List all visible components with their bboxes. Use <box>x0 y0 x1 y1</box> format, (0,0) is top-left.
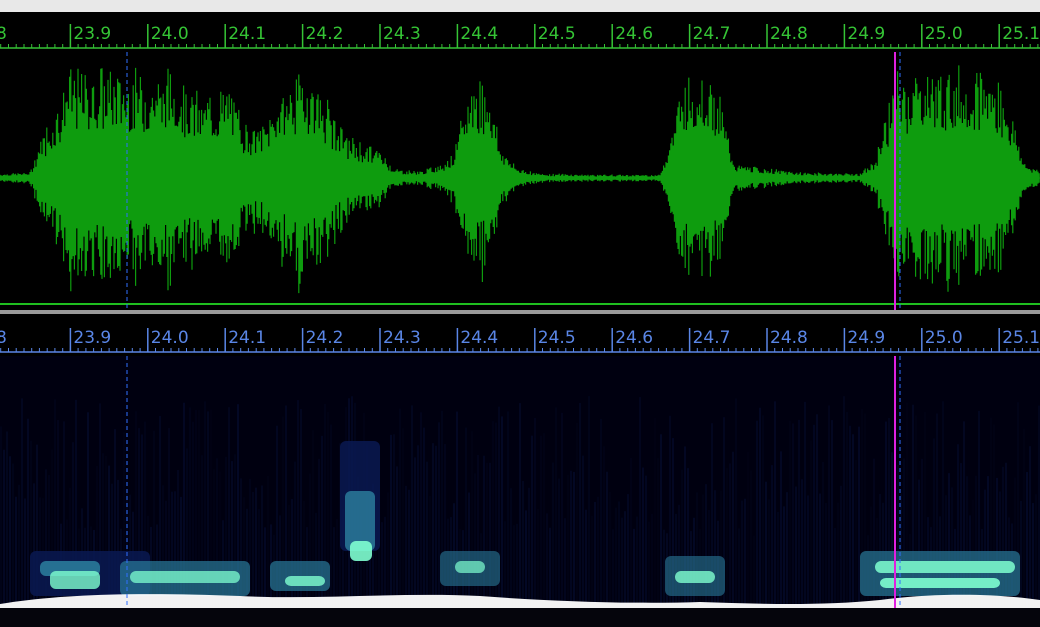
ruler-tick-label: 24.7 <box>693 328 731 348</box>
ruler-tick-label: 25.1 <box>1002 328 1040 348</box>
waveform-time-ruler[interactable]: 8 23.9 24.0 24.1 24.2 24.3 24.4 24.5 24.6 24.7 24.… <box>0 12 1040 52</box>
ruler-tick-label: 24.9 <box>847 328 885 348</box>
ruler-tick-label: 24.6 <box>615 328 653 348</box>
ruler-tick-label: 25.0 <box>925 24 963 44</box>
ruler-tick-label: 24.0 <box>151 24 189 44</box>
ruler-tick-label: 24.1 <box>228 328 266 348</box>
ruler-tick-label: 25.0 <box>925 328 963 348</box>
ruler-tick-label: 23.9 <box>73 24 111 44</box>
ruler-tick-label: 24.1 <box>228 24 266 44</box>
ruler-tick-label: 24.8 <box>770 328 808 348</box>
waveform-graphic <box>0 52 1040 310</box>
spectrogram-time-ruler[interactable]: 8 23.9 24.0 24.1 24.2 24.3 24.4 24.5 24.6 24.7 24.… <box>0 314 1040 356</box>
ruler-tick-label: 24.2 <box>306 328 344 348</box>
ruler-tick-label: 8 <box>0 24 7 44</box>
ruler-tick-label: 24.3 <box>383 328 421 348</box>
waveform-path <box>0 65 1040 294</box>
waveform-ruler-graphic: 8 23.9 24.0 24.1 24.2 24.3 24.4 24.5 24.6 24.7 24.… <box>0 24 1040 49</box>
ruler-tick-label: 24.0 <box>151 328 189 348</box>
ruler-tick-label: 24.5 <box>538 328 576 348</box>
ruler-tick-label: 23.9 <box>73 328 111 348</box>
waveform-view[interactable] <box>0 52 1040 310</box>
ruler-tick-label: 24.3 <box>383 24 421 44</box>
ruler-tick-label: 24.8 <box>770 24 808 44</box>
ruler-tick-label: 24.4 <box>460 328 498 348</box>
ruler-tick-label: 8 <box>0 328 7 348</box>
spectrogram-bottom-strip <box>0 608 1040 627</box>
spectrogram-view[interactable] <box>0 356 1040 627</box>
ruler-tick-label: 24.4 <box>460 24 498 44</box>
window-top-edge <box>0 0 1040 12</box>
ruler-tick-label: 25.1 <box>1002 24 1040 44</box>
waveform-trace <box>0 65 1040 294</box>
spectrogram-graphic <box>0 356 1040 627</box>
ruler-tick-label: 24.5 <box>538 24 576 44</box>
ruler-tick-label: 24.2 <box>306 24 344 44</box>
ruler-tick-label: 24.9 <box>847 24 885 44</box>
ruler-tick-label: 24.7 <box>693 24 731 44</box>
ruler-tick-label: 24.6 <box>615 24 653 44</box>
spectrogram-ruler-graphic: 8 23.9 24.0 24.1 24.2 24.3 24.4 24.5 24.6 24.7 24.… <box>0 328 1040 353</box>
